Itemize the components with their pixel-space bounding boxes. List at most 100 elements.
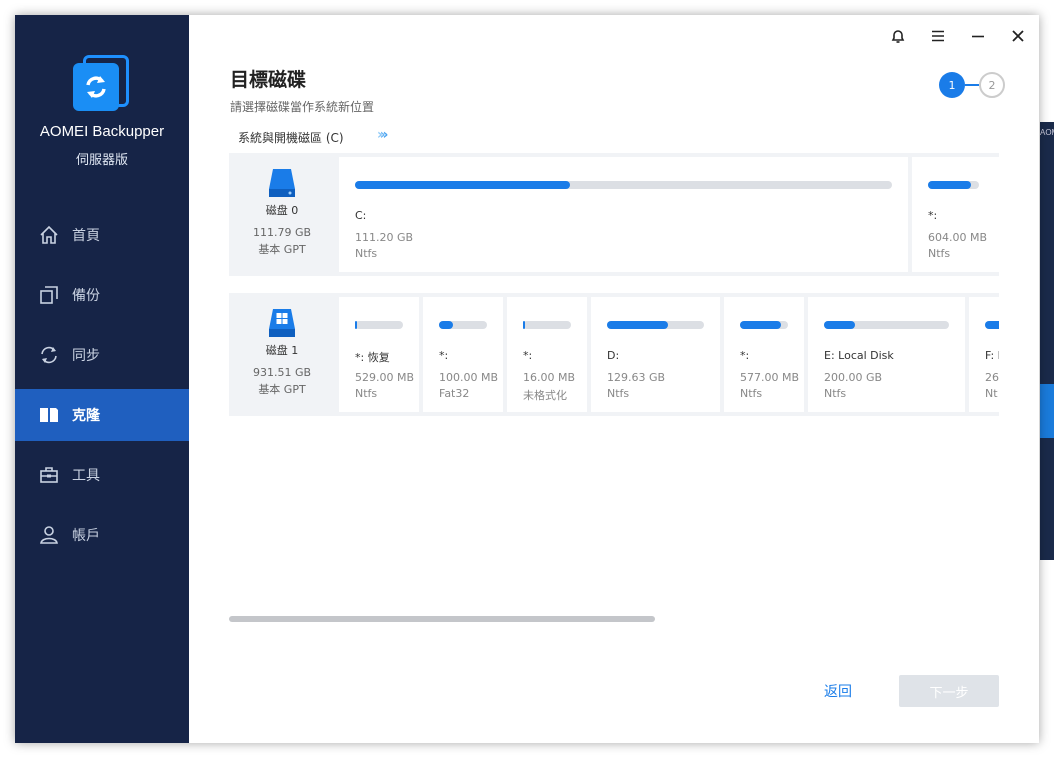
hamburger-icon — [932, 30, 944, 42]
usage-fill — [607, 321, 669, 329]
usage-bar — [985, 321, 999, 329]
usage-bar — [439, 321, 487, 329]
partition-size: 529.00 MB — [355, 371, 415, 384]
disk-drive-icon — [269, 169, 295, 197]
partition-size: 577.00 MB — [740, 371, 800, 384]
partition-size: 100.00 MB — [439, 371, 499, 384]
usage-bar — [824, 321, 949, 329]
next-button[interactable]: 下一步 — [899, 675, 999, 707]
background-window: AOM — [1040, 122, 1054, 560]
disk-row-0[interactable]: 磁盘 0 111.79 GB 基本 GPT C: 111.20 GB Ntfs … — [229, 153, 999, 276]
app-name: AOMEI Backupper — [39, 123, 165, 140]
partition-filesystem: Ntfs — [824, 387, 847, 400]
usage-fill — [985, 321, 999, 329]
partition-card[interactable]: *: 577.00 MB Ntfs — [724, 297, 804, 412]
bell-icon — [891, 30, 905, 43]
partition-card[interactable]: F: I 26 Nt — [969, 297, 999, 412]
usage-bar — [607, 321, 704, 329]
partition-filesystem: Ntfs — [928, 247, 951, 260]
disk-name: 磁盘 0 — [265, 204, 299, 217]
sync-icon — [39, 345, 59, 365]
partition-label: F: I — [985, 349, 999, 362]
disk-info: 磁盘 1 931.51 GB 基本 GPT — [229, 293, 335, 416]
disk-row-1[interactable]: 磁盘 1 931.51 GB 基本 GPT *: 恢复 529.00 MB Nt… — [229, 293, 999, 416]
partition-size: 26 — [985, 371, 999, 384]
app-window: AOMEI Backupper 伺服器版 首頁 備份 同步 克隆 工具 帳戶 目… — [15, 15, 1039, 743]
partition-filesystem: Ntfs — [355, 387, 378, 400]
partition-label: *: — [928, 209, 938, 222]
disk-info: 磁盘 0 111.79 GB 基本 GPT — [229, 153, 335, 276]
chevrons-icon: › › › — [377, 127, 389, 143]
nav-item-home[interactable]: 首頁 — [15, 209, 189, 261]
partition-label: *: — [740, 349, 750, 362]
partition-label: *: — [439, 349, 449, 362]
step-indicator: 1 2 — [939, 72, 1005, 98]
disk-size: 931.51 GB — [252, 366, 312, 379]
partition-card[interactable]: *: 16.00 MB 未格式化 — [507, 297, 587, 412]
usage-fill — [824, 321, 856, 329]
sync-arrows-icon — [86, 76, 106, 98]
minimize-button[interactable] — [965, 23, 991, 49]
partition-filesystem: Ntfs — [355, 247, 378, 260]
nav-item-tools[interactable]: 工具 — [15, 449, 189, 501]
background-window-title: AOM — [1040, 128, 1054, 137]
nav-item-backup[interactable]: 備份 — [15, 269, 189, 321]
usage-fill — [355, 181, 570, 189]
back-button[interactable]: 返回 — [808, 675, 868, 707]
partition-label: *: — [523, 349, 533, 362]
windows-disk-icon — [269, 309, 295, 337]
user-icon — [39, 525, 59, 545]
nav-item-label: 工具 — [72, 468, 100, 484]
partition-size: 16.00 MB — [523, 371, 576, 384]
nav-item-label: 同步 — [72, 348, 100, 364]
partition-filesystem: Ntfs — [740, 387, 763, 400]
horizontal-scrollbar[interactable] — [229, 616, 655, 622]
backup-icon — [39, 285, 59, 305]
partition-label: E: Local Disk — [824, 349, 894, 362]
partition-card[interactable]: *: 100.00 MB Fat32 — [423, 297, 503, 412]
close-button[interactable] — [1005, 23, 1031, 49]
nav-item-label: 備份 — [72, 288, 100, 304]
step-1: 1 — [939, 72, 965, 98]
partition-card[interactable]: *: 604.00 MB Ntfs — [912, 157, 999, 272]
app-logo — [73, 55, 131, 113]
page-subtitle: 請選擇磁碟當作系統新位置 — [230, 100, 375, 114]
partition-size: 129.63 GB — [607, 371, 666, 384]
partition-card[interactable]: D: 129.63 GB Ntfs — [591, 297, 720, 412]
partition-size: 111.20 GB — [355, 231, 414, 244]
background-window-accent — [1040, 384, 1054, 438]
usage-bar — [740, 321, 788, 329]
app-edition: 伺服器版 — [75, 153, 128, 168]
partition-card[interactable]: C: 111.20 GB Ntfs — [339, 157, 908, 272]
usage-bar — [523, 321, 571, 329]
step-connector — [965, 84, 979, 86]
partition-filesystem: Ntfs — [607, 387, 630, 400]
usage-fill — [928, 181, 972, 189]
partition-label: D: — [607, 349, 620, 362]
close-icon — [1012, 30, 1024, 42]
partition-size: 604.00 MB — [928, 231, 988, 244]
partition-filesystem: Fat32 — [439, 387, 470, 400]
toolbox-icon — [39, 465, 59, 485]
nav-item-sync[interactable]: 同步 — [15, 329, 189, 381]
nav-item-label: 首頁 — [72, 228, 100, 244]
menu-button[interactable] — [925, 23, 951, 49]
step-2: 2 — [979, 72, 1005, 98]
notification-button[interactable] — [885, 23, 911, 49]
partition-card[interactable]: *: 恢复 529.00 MB Ntfs — [339, 297, 419, 412]
disk-type: 基本 GPT — [258, 383, 306, 396]
disk-size: 111.79 GB — [252, 226, 312, 239]
disk-name: 磁盘 1 — [265, 344, 299, 357]
nav-item-label: 帳戶 — [72, 528, 100, 544]
sidebar: AOMEI Backupper 伺服器版 首頁 備份 同步 克隆 工具 帳戶 — [15, 15, 189, 743]
partition-label: C: — [355, 209, 367, 222]
usage-bar — [355, 181, 892, 189]
partition-card[interactable]: E: Local Disk 200.00 GB Ntfs — [808, 297, 965, 412]
minimize-icon — [972, 35, 984, 38]
disk-type: 基本 GPT — [258, 243, 306, 256]
nav-item-clone[interactable]: 克隆 — [15, 389, 189, 441]
page-title: 目標磁碟 — [230, 69, 307, 91]
nav-item-account[interactable]: 帳戶 — [15, 509, 189, 561]
usage-fill — [523, 321, 526, 329]
clone-icon — [39, 405, 59, 425]
